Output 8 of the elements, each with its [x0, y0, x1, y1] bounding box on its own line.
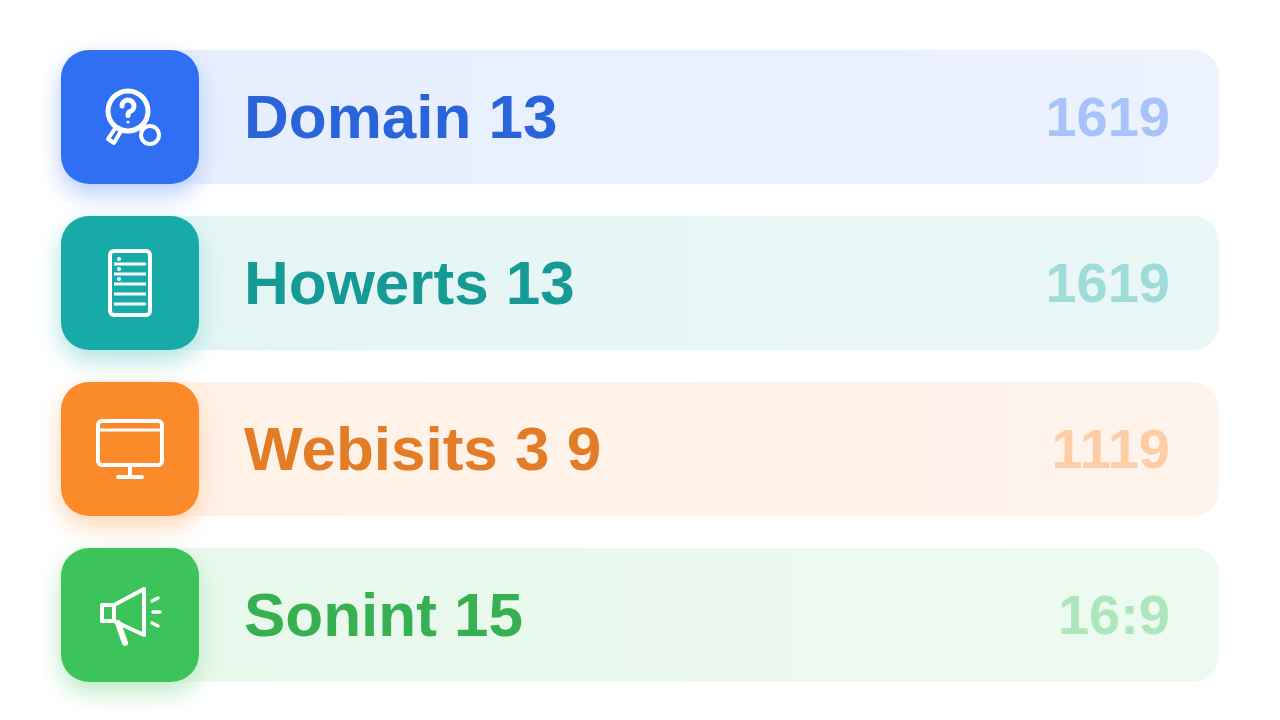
- category-count: 16:9: [1057, 587, 1170, 643]
- category-label: Webisits 3 9: [244, 418, 602, 480]
- category-count: 1619: [1045, 255, 1170, 311]
- category-label: Domain 13: [244, 86, 558, 148]
- category-count: 1119: [1051, 421, 1170, 477]
- category-label: Howerts 13: [244, 252, 575, 314]
- category-label: Sonint 15: [244, 584, 524, 646]
- category-count: 1619: [1045, 89, 1170, 145]
